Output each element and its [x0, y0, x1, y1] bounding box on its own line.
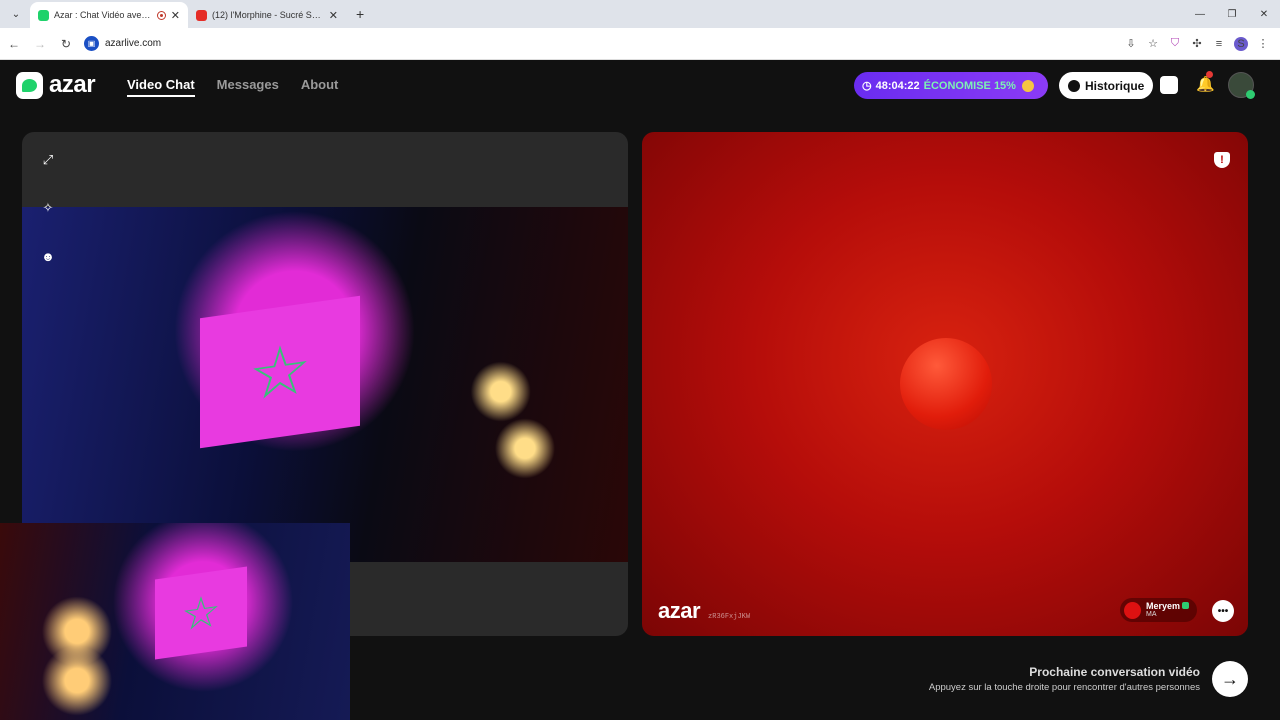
main-nav: Video Chat Messages About [127, 77, 338, 97]
gem-icon [1021, 79, 1034, 92]
next-subtitle: Appuyez sur la touche droite pour rencon… [928, 682, 1200, 693]
nav-messages[interactable]: Messages [217, 77, 279, 97]
logo-text: azar [49, 71, 96, 98]
browser-tab-bar: ⌄ Azar : Chat Vidéo avec de nouvelles pe… [0, 0, 1280, 28]
shield-extension-icon[interactable]: ⛉ [1168, 37, 1182, 51]
bell-icon[interactable]: 🔔 [1196, 76, 1215, 94]
user-avatar[interactable] [1228, 72, 1255, 99]
watermark-logo: azar [658, 598, 701, 623]
watermark: azar zR36FxjJKW [658, 598, 750, 624]
close-window-icon[interactable]: ✕ [1248, 0, 1280, 28]
browser-tools: ⇩ ☆ ⛉ ✣ ≡ S ⋮ [1124, 36, 1270, 51]
shop-icon[interactable] [1160, 76, 1178, 94]
peer-info[interactable]: Meryem MA [1120, 598, 1198, 622]
browser-toolbar: ← → ↻ ▣ azarlive.com ⇩ ☆ ⛉ ✣ ≡ S ⋮ [0, 28, 1280, 60]
chat-bubble-icon[interactable]: ••• [1212, 600, 1234, 622]
tab-youtube[interactable]: (12) l'Morphine - Sucré Salé (Official V… [188, 2, 346, 28]
next-title: Prochaine conversation vidéo [1029, 665, 1200, 679]
reload-icon[interactable]: ↻ [54, 37, 78, 51]
next-arrow-button[interactable]: → [1212, 661, 1248, 697]
tab-title: (12) l'Morphine - Sucré Salé (Official V… [212, 10, 324, 20]
history-button[interactable]: Historique [1059, 72, 1154, 99]
self-preview-video: ☆ [0, 523, 350, 720]
arrow-right-icon: → [1221, 668, 1239, 689]
peer-country: MA [1146, 611, 1157, 618]
nav-about[interactable]: About [301, 77, 339, 97]
tab-search-button[interactable]: ⌄ [4, 2, 28, 26]
peer-details: Meryem MA [1146, 601, 1190, 618]
close-tab-icon[interactable]: ✕ [329, 9, 338, 22]
verified-icon [1182, 602, 1190, 609]
local-video-feed: ☆ [22, 207, 628, 562]
remote-video-panel: ! azar zR36FxjJKW Meryem MA ••• [642, 132, 1248, 636]
remote-video-content [900, 338, 992, 430]
recording-icon [156, 10, 166, 20]
self-monitor-flag-image: ☆ [155, 566, 247, 660]
azar-logo-icon [16, 71, 43, 99]
monitor-flag-image: ☆ [200, 295, 360, 449]
minimize-icon[interactable]: — [1184, 0, 1216, 28]
close-tab-icon[interactable]: ✕ [171, 9, 180, 22]
peer-name: Meryem [1146, 601, 1181, 611]
report-icon[interactable]: ! [1214, 152, 1230, 168]
clock-icon: ◷ [862, 80, 872, 92]
magic-wand-icon[interactable]: ✧ [40, 200, 56, 216]
azar-logo[interactable]: azar [16, 71, 96, 99]
window-controls: — ❐ ✕ [1184, 0, 1280, 28]
new-tab-button[interactable]: + [346, 6, 374, 22]
tab-title: Azar : Chat Vidéo avec de nouvelles pers… [54, 10, 152, 20]
azar-favicon-icon [38, 9, 49, 21]
expand-icon[interactable]: ⤢ [40, 152, 56, 168]
face-filter-icon[interactable]: ☻ [40, 248, 56, 264]
promo-offer: ÉCONOMISE 15% [923, 79, 1016, 92]
promo-button[interactable]: ◷ 48:04:22 ÉCONOMISE 15% [854, 72, 1048, 99]
profile-avatar[interactable]: S [1234, 36, 1248, 51]
address-bar[interactable]: ▣ azarlive.com [84, 36, 1124, 51]
site-info-icon[interactable]: ▣ [84, 36, 99, 51]
install-app-icon[interactable]: ⇩ [1124, 37, 1138, 51]
media-control-icon[interactable]: ≡ [1212, 37, 1226, 51]
restore-icon[interactable]: ❐ [1216, 0, 1248, 28]
peer-avatar [1124, 601, 1141, 619]
tab-azar[interactable]: Azar : Chat Vidéo avec de nouvelles pers… [30, 2, 188, 28]
video-tools: ⤢ ✧ ☻ [40, 152, 56, 264]
menu-icon[interactable]: ⋮ [1256, 37, 1270, 51]
history-label: Historique [1085, 78, 1145, 93]
back-icon[interactable]: ← [2, 37, 26, 51]
watermark-id: zR36FxjJKW [708, 613, 751, 621]
promo-timer: 48:04:22 [875, 79, 920, 92]
bookmark-star-icon[interactable]: ☆ [1146, 37, 1160, 51]
nav-video-chat[interactable]: Video Chat [127, 77, 195, 97]
extensions-icon[interactable]: ✣ [1190, 37, 1204, 51]
notification-badge [1206, 71, 1213, 78]
youtube-favicon-icon [196, 9, 207, 21]
address-text: azarlive.com [105, 38, 162, 49]
forward-icon[interactable]: → [28, 37, 52, 51]
history-icon [1068, 79, 1080, 92]
